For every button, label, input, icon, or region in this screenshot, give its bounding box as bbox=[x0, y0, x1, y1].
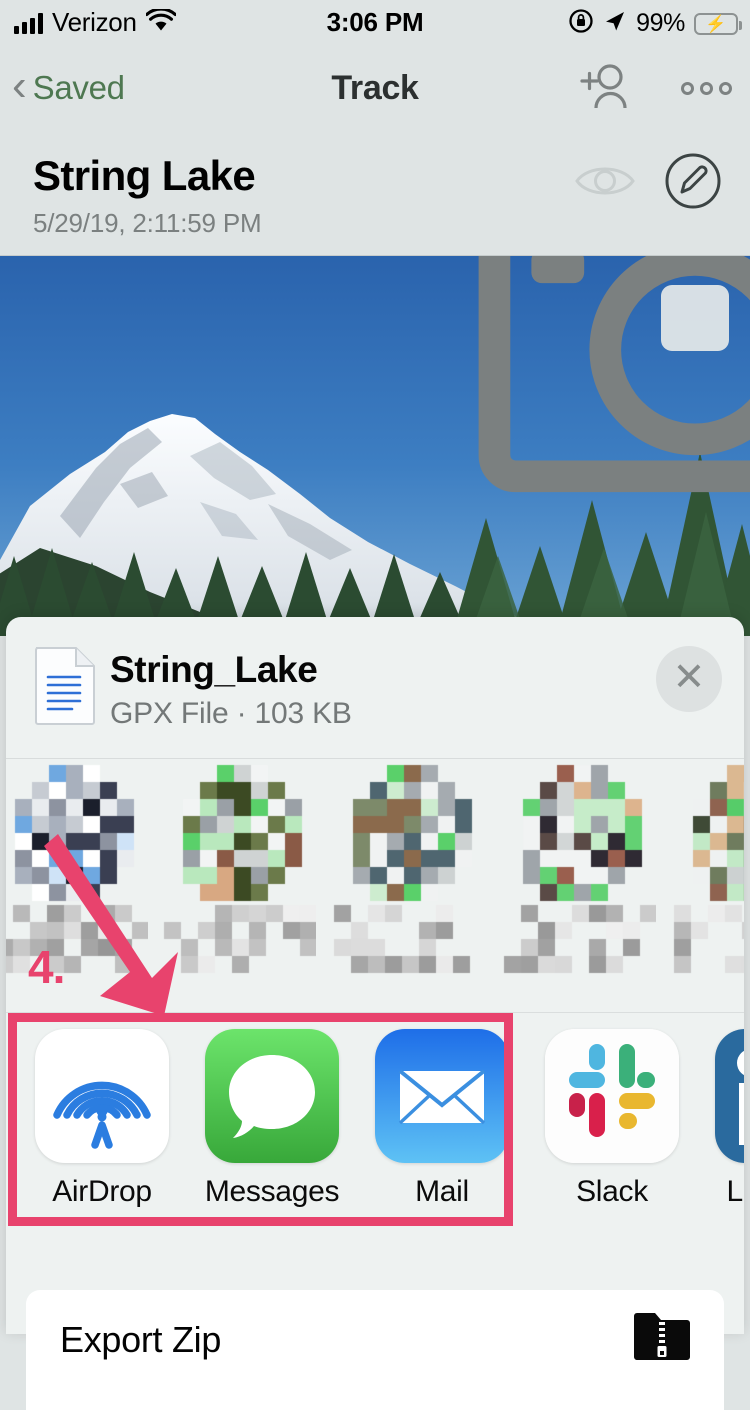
contact-avatar-3[interactable] bbox=[326, 759, 486, 1012]
share-sheet-header: String_Lake GPX File · 103 KB ✕ bbox=[6, 617, 744, 759]
more-circles-icon[interactable] bbox=[681, 81, 732, 95]
action-label: Export Zip bbox=[60, 1319, 222, 1360]
contact-avatar-5[interactable] bbox=[666, 759, 744, 1012]
share-app-slack[interactable]: Slack bbox=[526, 1029, 698, 1209]
track-header: String Lake 5/29/19, 2:11:59 PM bbox=[0, 130, 750, 256]
close-icon: ✕ bbox=[672, 656, 706, 699]
add-person-icon[interactable] bbox=[577, 60, 633, 116]
airdrop-icon bbox=[35, 1029, 169, 1163]
document-icon bbox=[34, 645, 96, 725]
slack-icon bbox=[545, 1029, 679, 1163]
track-name: String Lake bbox=[33, 152, 256, 199]
rotation-lock-icon bbox=[568, 8, 594, 39]
shared-file-meta: GPX File · 103 KB bbox=[110, 697, 352, 730]
share-app-mail[interactable]: Mail bbox=[356, 1029, 528, 1209]
share-app-label: Mail bbox=[415, 1175, 469, 1208]
share-app-label: Slack bbox=[576, 1175, 648, 1208]
share-app-messages[interactable]: Messages bbox=[186, 1029, 358, 1209]
share-sheet: String_Lake GPX File · 103 KB ✕ AirDrop … bbox=[6, 617, 744, 1334]
contact-avatar-1[interactable] bbox=[6, 759, 148, 1012]
pencil-circle-icon[interactable] bbox=[664, 152, 722, 215]
location-arrow-icon bbox=[603, 9, 627, 38]
share-app-linkedin[interactable]: LinkedIn bbox=[696, 1029, 744, 1209]
share-app-label: LinkedIn bbox=[726, 1175, 744, 1208]
contact-avatar-2[interactable] bbox=[156, 759, 316, 1012]
status-bar: Verizon 3:06 PM 99% ⚡ bbox=[0, 0, 750, 46]
track-photo bbox=[0, 256, 750, 636]
status-bar-right: 99% ⚡ bbox=[568, 8, 742, 39]
shared-file-name: String_Lake bbox=[110, 649, 318, 690]
share-app-label: Messages bbox=[204, 1175, 340, 1208]
close-button[interactable]: ✕ bbox=[656, 646, 722, 712]
track-header-actions bbox=[574, 152, 722, 215]
navigation-bar: ‹ Saved Track bbox=[0, 46, 750, 130]
battery-percent-label: 99% bbox=[636, 9, 685, 37]
battery-charging-icon: ⚡ bbox=[694, 12, 742, 35]
camera-button[interactable] bbox=[478, 256, 750, 493]
camera-icon bbox=[320, 256, 750, 508]
contacts-row bbox=[6, 759, 744, 1013]
track-date: 5/29/19, 2:11:59 PM bbox=[33, 208, 262, 238]
share-action-list: Export Zip bbox=[26, 1290, 724, 1410]
share-apps-row: AirDrop Messages Mail Slack L bbox=[6, 1013, 744, 1219]
share-app-label: AirDrop bbox=[52, 1175, 152, 1208]
zip-folder-icon bbox=[632, 1308, 690, 1365]
eye-icon[interactable] bbox=[574, 159, 636, 208]
mail-icon bbox=[375, 1029, 509, 1163]
nav-actions bbox=[577, 46, 732, 130]
action-row-export-zip[interactable]: Export Zip bbox=[26, 1290, 724, 1390]
contact-avatar-4[interactable] bbox=[496, 759, 656, 1012]
messages-icon bbox=[205, 1029, 339, 1163]
share-app-airdrop[interactable]: AirDrop bbox=[16, 1029, 188, 1209]
linkedin-icon bbox=[715, 1029, 744, 1163]
